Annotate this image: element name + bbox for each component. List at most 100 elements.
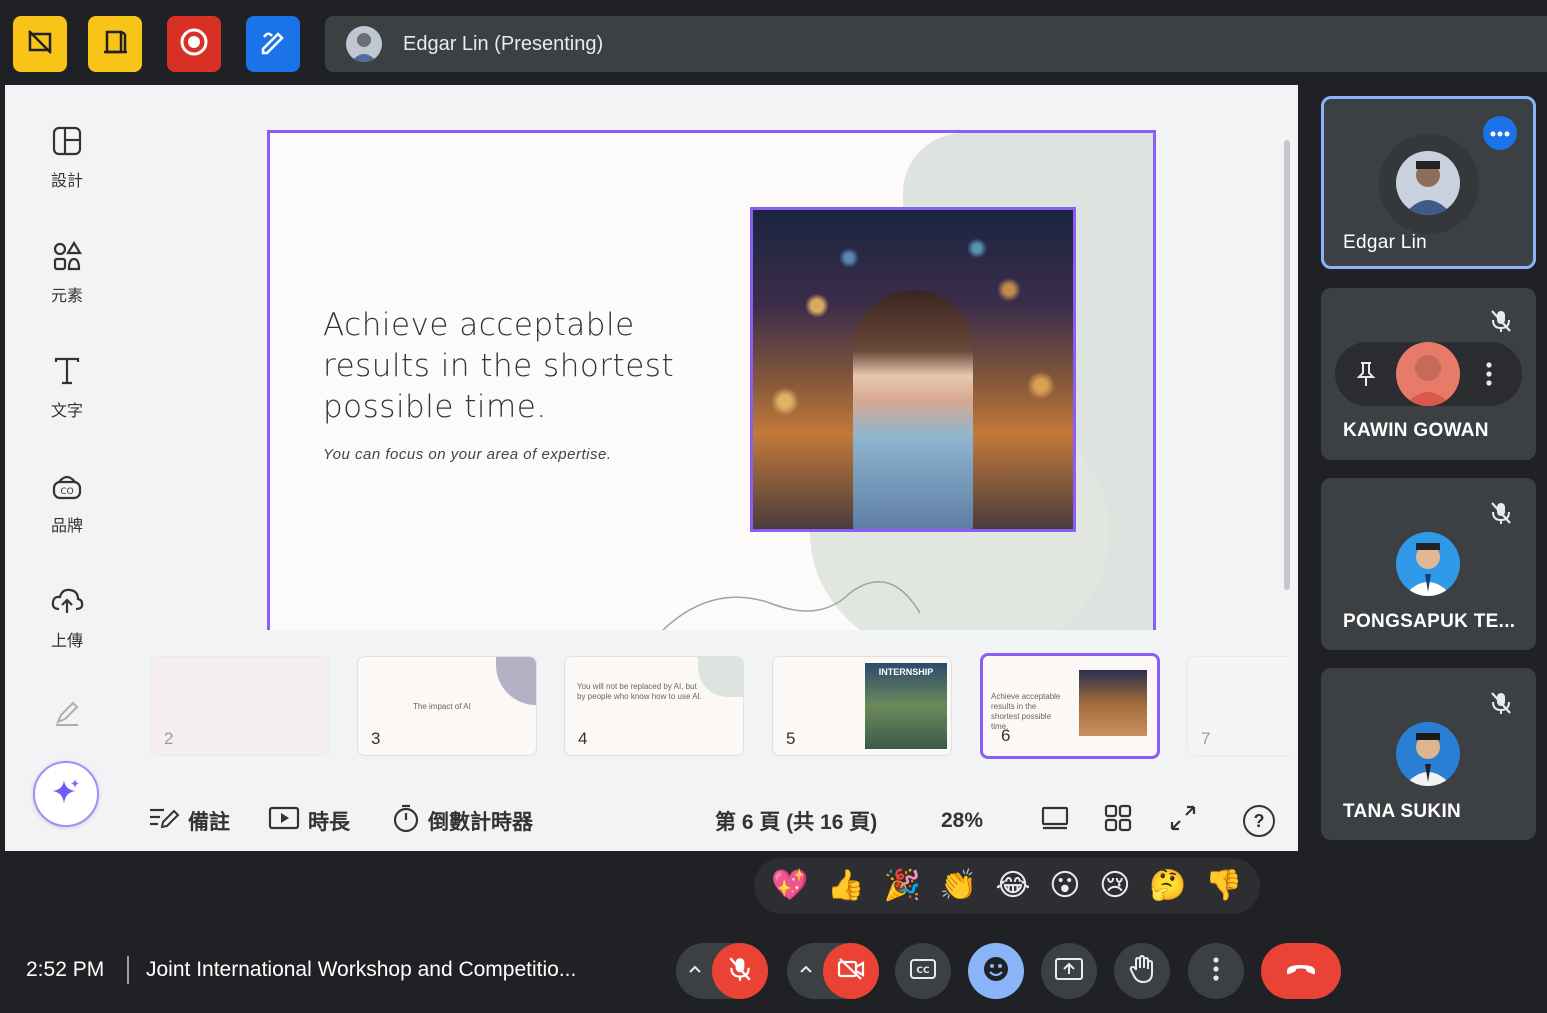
- svg-text:CC: CC: [916, 966, 930, 976]
- slide-title[interactable]: Achieve acceptable results in the shorte…: [323, 305, 723, 428]
- camera-control-group: [787, 943, 879, 999]
- reaction-heart[interactable]: 💖: [771, 871, 808, 901]
- slide-image[interactable]: [750, 207, 1076, 532]
- fullscreen-button[interactable]: [1169, 804, 1197, 838]
- slide-thumbnail[interactable]: The impact of AI 3: [357, 656, 537, 756]
- camera-off-icon: [837, 957, 865, 986]
- reaction-sad[interactable]: 😢: [1099, 871, 1130, 901]
- participant-name: Edgar Lin: [1343, 232, 1428, 253]
- countdown-timer-label: 倒數計時器: [428, 811, 533, 834]
- expand-icon: [1169, 804, 1197, 838]
- notes-label: 備註: [188, 811, 230, 834]
- leave-call-button[interactable]: [1261, 943, 1341, 999]
- present-screen-button[interactable]: [1041, 943, 1097, 999]
- page-indicator[interactable]: 第 6 頁 (共 16 頁): [715, 806, 877, 836]
- hide-slides-button[interactable]: [13, 16, 67, 72]
- reactions-button[interactable]: [968, 943, 1024, 999]
- hang-up-icon: [1284, 961, 1318, 982]
- thumbnail-text: You will not be replaced by AI, but by p…: [577, 682, 702, 701]
- thumbnail-number: 4: [578, 729, 588, 748]
- slide-thumbnail[interactable]: 7: [1187, 656, 1290, 756]
- notes-icon: [148, 805, 180, 837]
- avatar: [1396, 342, 1460, 406]
- record-button[interactable]: [167, 16, 221, 72]
- mic-toggle-button[interactable]: [712, 943, 768, 999]
- reaction-thinking[interactable]: 🤔: [1149, 871, 1186, 901]
- hide-slides-icon: [26, 28, 54, 61]
- presentation-editor: 設計 元素 文字 CO 品牌 上傳 Achieve acceptable res…: [5, 85, 1298, 851]
- camera-options-button[interactable]: [799, 961, 813, 979]
- text-icon: [47, 351, 87, 391]
- duration-button[interactable]: 時長: [268, 805, 350, 837]
- reaction-surprised[interactable]: 😮: [1049, 871, 1080, 901]
- participant-tile[interactable]: Edgar Lin: [1321, 96, 1536, 269]
- reaction-thumbs-up[interactable]: 👍: [827, 871, 864, 901]
- page-indicator-label: 第 6 頁 (共 16 頁): [715, 811, 878, 834]
- mic-off-icon: [1488, 308, 1514, 334]
- sidebar-item-label: 文字: [50, 403, 83, 420]
- participant-tile[interactable]: TANA SUKIN: [1321, 668, 1536, 840]
- help-button[interactable]: ?: [1243, 805, 1275, 837]
- pin-icon[interactable]: [1355, 361, 1377, 392]
- slide-thumbnail[interactable]: 2: [150, 656, 330, 756]
- slide-thumbnail[interactable]: You will not be replaced by AI, but by p…: [564, 656, 744, 756]
- captions-icon: CC: [909, 958, 937, 985]
- thumbnail-image: INTERNSHIP: [865, 663, 947, 749]
- thumbnail-number: 6: [1001, 726, 1011, 745]
- footer-divider: [127, 956, 129, 984]
- more-options-button[interactable]: [1483, 116, 1517, 150]
- annotate-button[interactable]: [246, 16, 300, 72]
- slide-thumbnail[interactable]: INTERNSHIP 5: [772, 656, 952, 756]
- sidebar-item-label: 上傳: [50, 633, 83, 650]
- sidebar-item-elements[interactable]: 元素: [35, 236, 99, 306]
- slide-subtitle[interactable]: You can focus on your area of expertise.: [323, 446, 612, 463]
- raise-hand-button[interactable]: [1114, 943, 1170, 999]
- annotate-icon: [258, 27, 288, 62]
- sidebar-item-text[interactable]: 文字: [35, 351, 99, 421]
- mic-options-button[interactable]: [688, 961, 702, 979]
- reaction-clap[interactable]: 👏: [939, 871, 976, 901]
- vertical-scrollbar[interactable]: [1284, 140, 1290, 590]
- slide-thumbnail-current[interactable]: Achieve acceptable results in the shorte…: [980, 653, 1160, 759]
- captions-button[interactable]: CC: [895, 943, 951, 999]
- sidebar-item-design[interactable]: 設計: [35, 121, 99, 191]
- participant-name: PONGSAPUK TE...: [1343, 611, 1516, 632]
- sidebar-item-brand[interactable]: CO 品牌: [35, 466, 99, 536]
- shapes-icon: [47, 236, 87, 276]
- thumbnail-decoration: [496, 657, 536, 705]
- participant-name: KAWIN GOWAN: [1343, 420, 1489, 441]
- smile-icon: [982, 955, 1010, 988]
- single-view-button[interactable]: [1040, 805, 1070, 837]
- sidebar-item-label: 設計: [50, 173, 83, 190]
- thumbnail-number: 3: [371, 729, 381, 748]
- hand-icon: [1128, 954, 1156, 989]
- meeting-title: Joint International Workshop and Competi…: [146, 958, 577, 981]
- play-box-icon: [268, 805, 300, 837]
- chevron-up-icon: [799, 961, 813, 978]
- editor-bottom-toolbar: 備註 時長 倒數計時器 第 6 頁 (共 16 頁) 28% ?: [5, 801, 1298, 841]
- countdown-timer-button[interactable]: 倒數計時器: [392, 803, 533, 839]
- more-vertical-icon[interactable]: [1485, 361, 1493, 392]
- slide-canvas[interactable]: Achieve acceptable results in the shorte…: [267, 130, 1156, 630]
- reaction-laugh[interactable]: 😂: [996, 871, 1031, 901]
- more-options-button[interactable]: [1188, 943, 1244, 999]
- participant-tile[interactable]: KAWIN GOWAN: [1321, 288, 1536, 460]
- notes-button[interactable]: 備註: [148, 805, 230, 837]
- zoom-level[interactable]: 28%: [941, 809, 983, 833]
- reaction-party[interactable]: 🎉: [883, 871, 920, 901]
- reaction-thumbs-down[interactable]: 👎: [1205, 871, 1242, 901]
- sidebar-item-upload[interactable]: 上傳: [35, 581, 99, 651]
- breakout-rooms-button[interactable]: [88, 16, 142, 72]
- help-glyph: ?: [1253, 810, 1265, 831]
- door-icon: [101, 28, 129, 61]
- camera-toggle-button[interactable]: [823, 943, 879, 999]
- slide-thumbnail-strip: 2 The impact of AI 3 You will not be rep…: [150, 653, 1290, 761]
- participant-tile[interactable]: PONGSAPUK TE...: [1321, 478, 1536, 650]
- grid-view-button[interactable]: [1104, 804, 1132, 838]
- slide-view-icon: [1040, 805, 1070, 837]
- thumbnail-number: 5: [786, 729, 796, 748]
- sidebar-item-draw[interactable]: [35, 693, 99, 733]
- thumbnail-number: 2: [164, 729, 174, 748]
- photo-subject: [853, 290, 973, 529]
- mic-off-icon: [1488, 500, 1514, 526]
